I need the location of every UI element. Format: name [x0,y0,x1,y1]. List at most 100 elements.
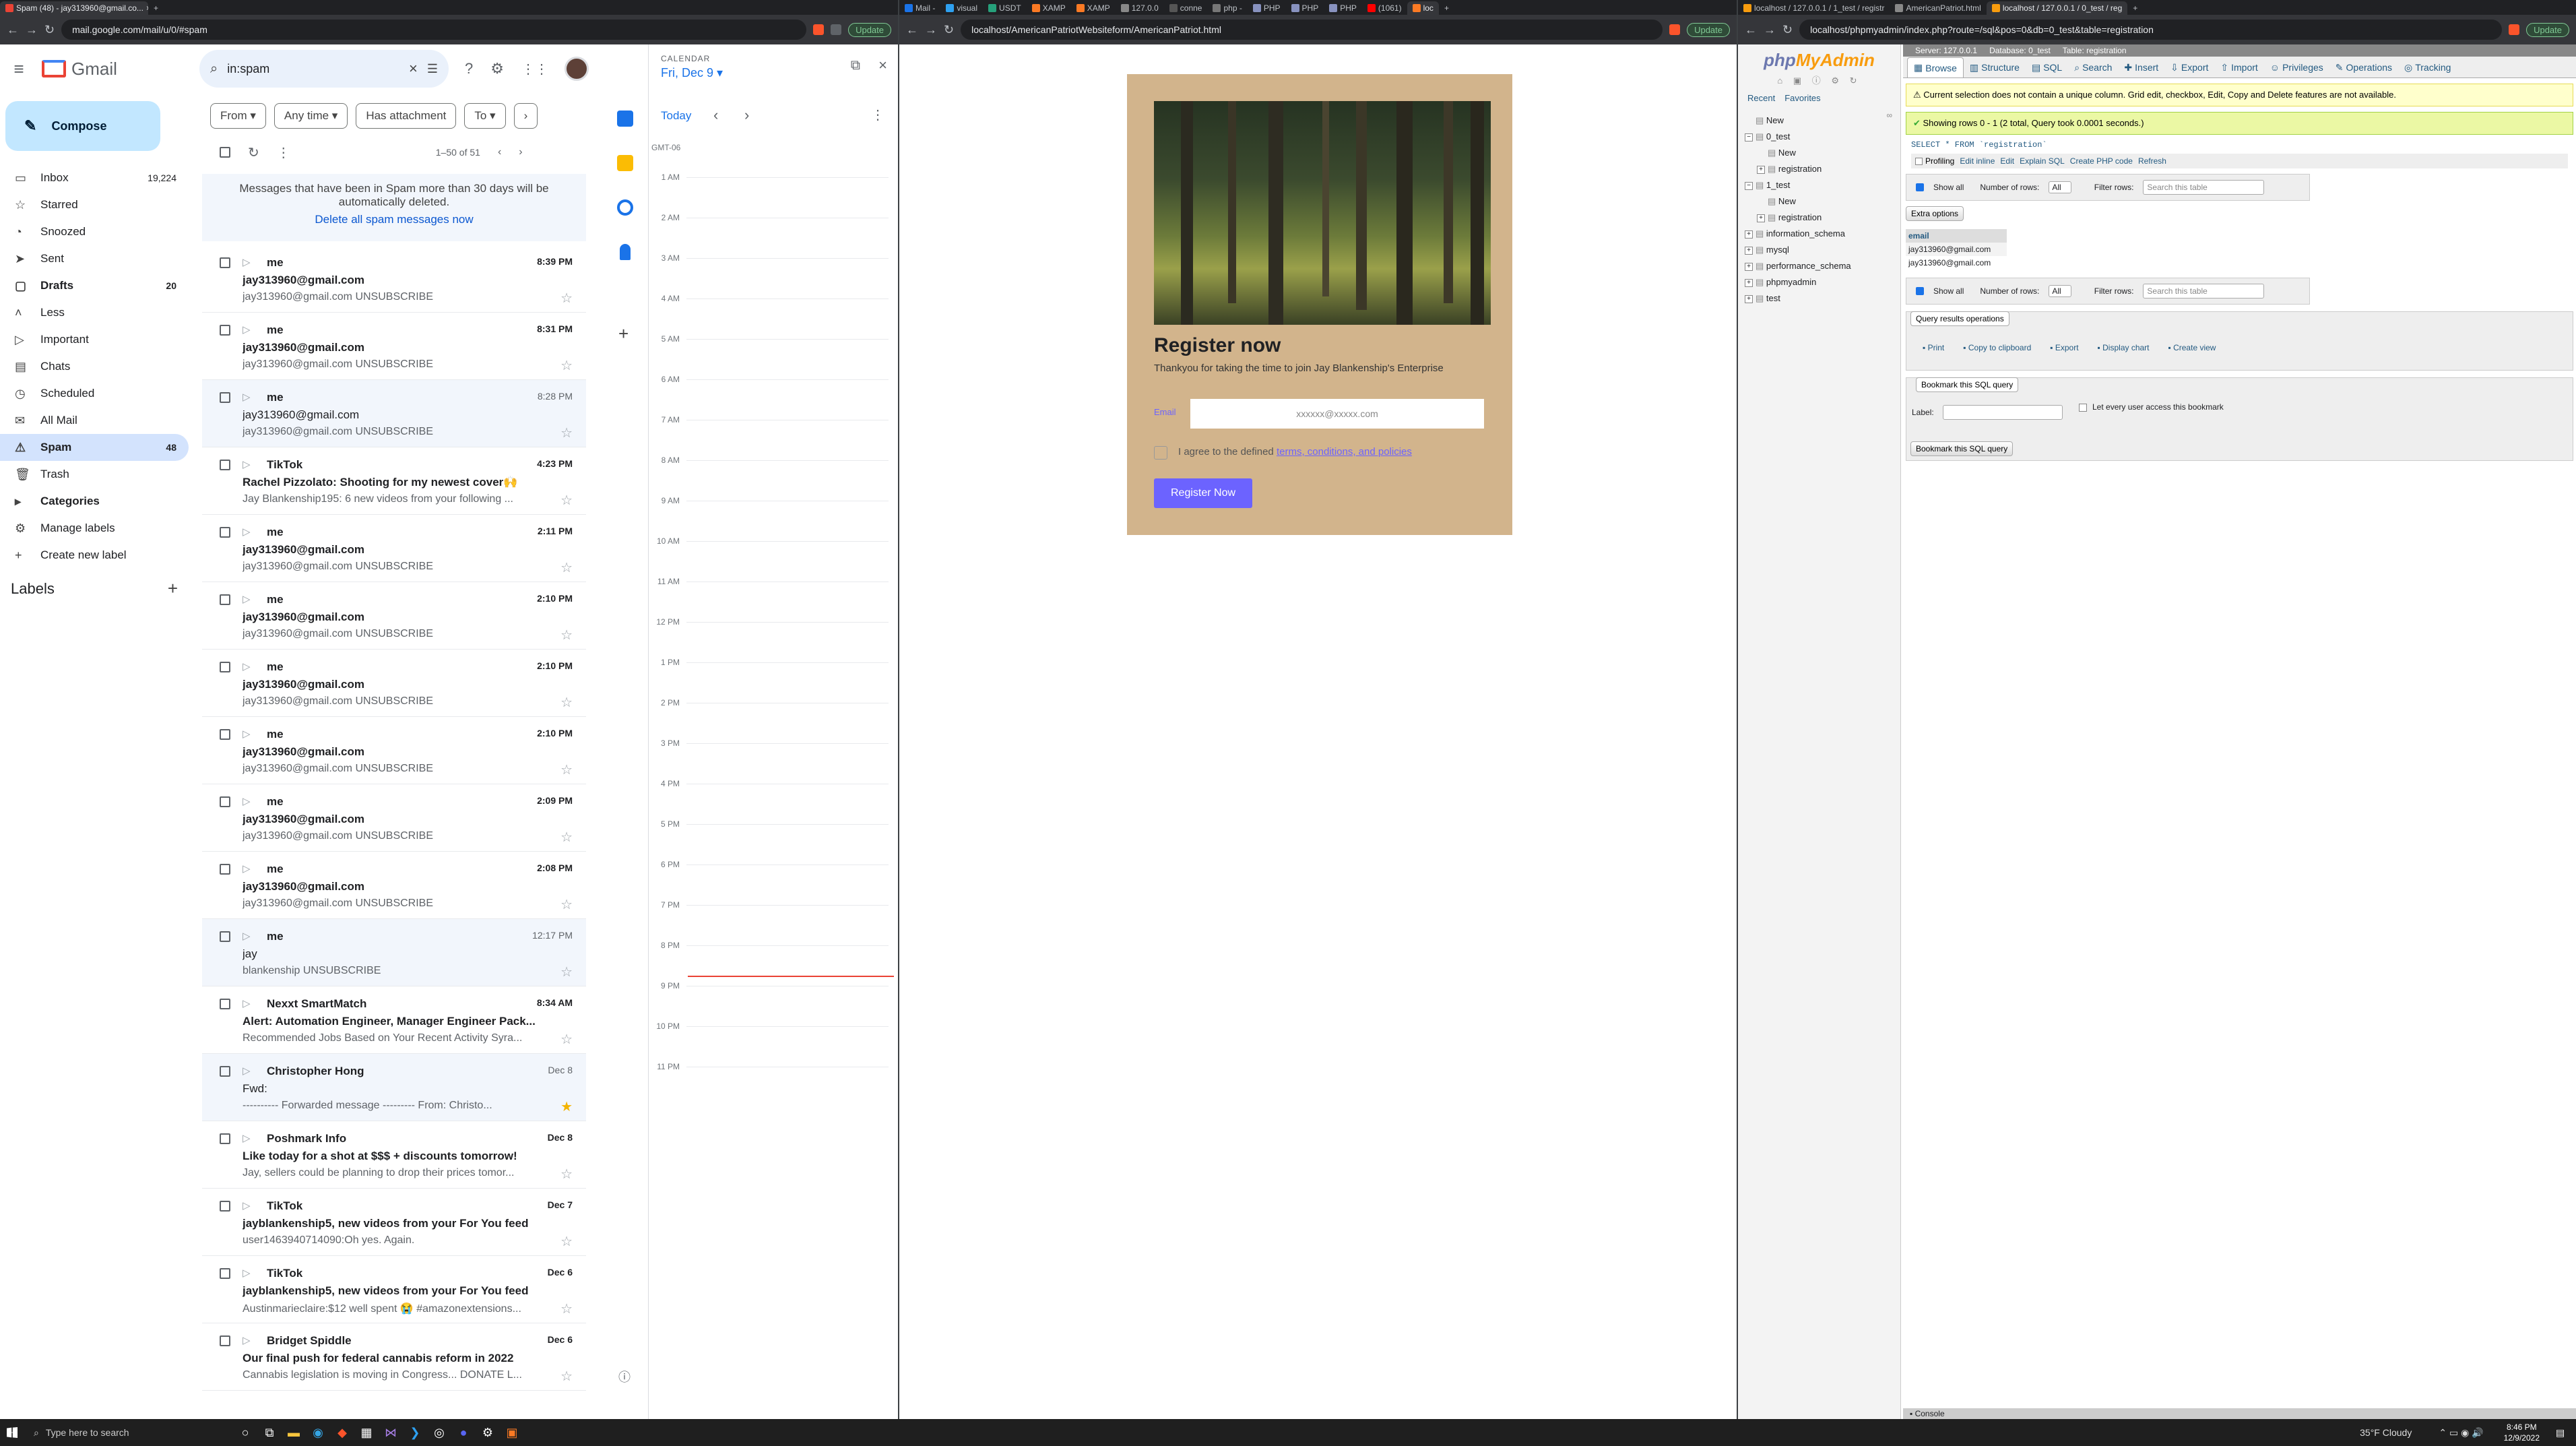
sidebar-item-snoozed[interactable]: ◔ Snoozed [0,218,189,245]
tree-node[interactable]: + ▤ registration [1745,210,1900,226]
vs-icon[interactable]: ⋈ [379,1419,403,1446]
tab-structure[interactable]: ▥ Structure [1964,57,2026,77]
message-checkbox[interactable] [220,864,230,875]
sidebar-item-drafts[interactable]: ▢ Drafts 20 [0,272,189,299]
browser-tab[interactable]: php - [1207,1,1247,15]
recent-tab[interactable]: Recent [1747,93,1775,103]
query-link[interactable]: Explain SQL [2020,156,2065,166]
sidebar-item-create-new-label[interactable]: + Create new label [0,542,189,569]
message-row[interactable]: ▷ me 2:10 PM jay313960@gmail.com jay313960@g… [202,717,586,784]
important-marker-icon[interactable]: ▷ [243,795,251,807]
profiling-checkbox[interactable] [1915,158,1923,166]
tab-insert[interactable]: ✚ Insert [2118,57,2164,77]
message-row[interactable]: ▷ Bridget Spiddle Dec 6 Our final push for … [202,1323,586,1391]
breadcrumb-table[interactable]: Table: registration [2063,44,2127,57]
expand-icon[interactable]: + [1745,246,1753,255]
clear-search-icon[interactable]: × [409,60,418,77]
back-icon[interactable]: ← [7,23,19,37]
breadcrumb-database[interactable]: Database: 0_test [1989,44,2051,57]
sql-query[interactable]: SELECT * FROM `registration` [1911,140,2568,150]
tree-node[interactable]: − ▤ 0_test [1745,129,1900,145]
star-icon[interactable]: ☆ [560,559,573,576]
task-view-icon[interactable]: ⧉ [257,1419,282,1446]
forward-icon[interactable]: → [925,23,937,37]
expand-icon[interactable]: + [1745,262,1753,271]
brave-icon[interactable]: ◆ [330,1419,354,1446]
message-row[interactable]: ▷ me 8:31 PM jay313960@gmail.com jay313960@g… [202,313,586,380]
tree-node[interactable]: + ▤ performance_schema [1745,258,1900,274]
url-field[interactable]: localhost/AmericanPatriotWebsiteform/Ame… [961,20,1663,40]
edge-icon[interactable]: ◉ [306,1419,330,1446]
brave-shield-icon[interactable] [2509,24,2520,35]
main-menu-icon[interactable]: ≡ [0,59,38,80]
tree-node[interactable]: + ▤ test [1745,290,1900,307]
more-icon[interactable]: ⋮ [277,144,290,161]
message-checkbox[interactable] [220,1335,230,1346]
add-addon-icon[interactable]: + [618,323,629,344]
hour-row[interactable]: 8 AM [649,455,891,465]
terms-link[interactable]: terms, conditions, and policies [1277,446,1412,458]
message-checkbox[interactable] [220,1066,230,1077]
hour-row[interactable]: 9 AM [649,496,891,505]
start-icon[interactable] [0,1419,24,1446]
tray-icons[interactable]: ⌃ ▭ ◉ 🔊 [2439,1427,2483,1439]
apps-grid-icon[interactable]: ⋮⋮ [521,61,548,77]
hour-row[interactable]: 3 PM [649,738,891,748]
star-icon[interactable]: ☆ [560,761,573,778]
tab-import[interactable]: ⇧ Import [2214,57,2263,77]
gmail-logo-icon[interactable] [42,60,66,77]
tree-node[interactable]: + ▤ phpmyadmin [1745,274,1900,290]
sidebar-item-less[interactable]: ˄ Less [0,299,189,326]
filter-chip[interactable]: Has attachment [356,103,457,129]
sidebar-item-scheduled[interactable]: ◷ Scheduled [0,380,189,407]
tab-gmail-spam[interactable]: Spam (48) - jay313960@gmail.co...× [0,1,148,15]
settings-icon[interactable]: ⚙ [490,60,504,77]
vscode-icon[interactable]: ❯ [403,1419,427,1446]
tab-operations[interactable]: ✎ Operations [2329,57,2398,77]
sidebar-item-manage-labels[interactable]: ⚙ Manage labels [0,515,189,542]
important-marker-icon[interactable]: ▷ [243,930,251,942]
hour-row[interactable]: 1 AM [649,172,891,182]
num-rows-select[interactable]: All [2049,181,2071,193]
help-icon[interactable]: ? [465,60,473,77]
message-row[interactable]: ▷ me 2:10 PM jay313960@gmail.com jay313960@g… [202,650,586,717]
sidebar-item-important[interactable]: ▷ Important [0,326,189,353]
new-tab-button[interactable]: + [148,1,164,15]
browser-tab[interactable]: localhost / 127.0.0.1 / 1_test / registr [1738,1,1890,15]
forward-icon[interactable]: → [1764,23,1776,37]
sidebar-item-trash[interactable]: 🗑 Trash [0,461,189,488]
tree-node[interactable]: − ▤ 1_test [1745,177,1900,193]
hour-row[interactable]: 4 AM [649,294,891,303]
sidebar-item-sent[interactable]: ➤ Sent [0,245,189,272]
weather-widget[interactable]: 35°F Cloudy [2360,1427,2412,1438]
qro-link[interactable]: ▪ Create view [2168,343,2216,352]
add-label-icon[interactable]: + [168,578,178,599]
hour-row[interactable]: 12 PM [649,617,891,627]
update-button[interactable]: Update [1687,22,1730,37]
calendar-more-icon[interactable]: ⋮ [871,106,884,123]
filter-chip[interactable]: To ▾ [464,103,506,129]
reload-icon[interactable]: ↻ [1782,23,1793,37]
star-icon[interactable]: ☆ [560,357,573,374]
query-link[interactable]: Edit [2000,156,2014,166]
hour-row[interactable]: 7 PM [649,900,891,910]
browser-tab[interactable]: PHP [1286,1,1324,15]
forward-icon[interactable]: → [26,23,38,37]
search-input[interactable]: in:spam [227,62,399,76]
message-row[interactable]: ▷ me 2:10 PM jay313960@gmail.com jay313960@g… [202,582,586,650]
expand-icon[interactable]: + [1757,214,1765,222]
prev-day-icon[interactable]: ‹ [713,106,718,124]
important-marker-icon[interactable]: ▷ [243,660,251,672]
message-checkbox[interactable] [220,392,230,403]
back-icon[interactable]: ← [1745,23,1757,37]
tab-sql[interactable]: ▤ SQL [2026,57,2068,77]
message-row[interactable]: ▷ me 2:08 PM jay313960@gmail.com jay313960@g… [202,852,586,919]
tree-node[interactable]: ▤ New [1745,113,1900,129]
query-link[interactable]: Edit inline [1960,156,1995,166]
star-icon[interactable]: ☆ [560,1368,573,1385]
next-day-icon[interactable]: › [744,106,749,124]
hour-row[interactable]: 5 AM [649,334,891,344]
star-icon[interactable]: ☆ [560,492,573,509]
settings-icon[interactable]: ⚙ [476,1419,500,1446]
query-link[interactable]: Refresh [2138,156,2166,166]
